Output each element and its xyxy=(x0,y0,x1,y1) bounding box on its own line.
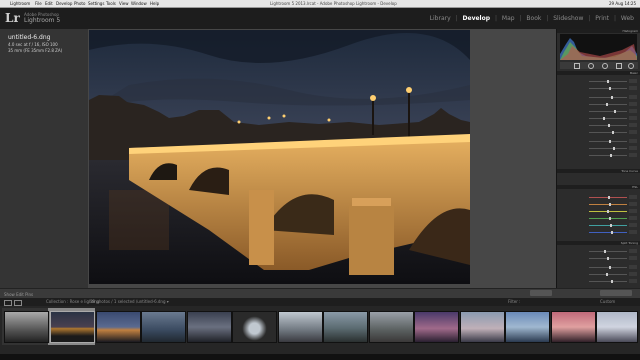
thumb-pale-sky[interactable] xyxy=(596,311,638,343)
thumb-river-evening[interactable] xyxy=(323,311,368,343)
slider[interactable] xyxy=(559,202,639,207)
menu-item[interactable]: File xyxy=(35,0,42,7)
module-print[interactable]: Print xyxy=(595,15,609,22)
thumb-bw-bridge[interactable] xyxy=(4,311,49,343)
graduated-filter-icon[interactable] xyxy=(616,63,622,69)
thumb-pink-sunset[interactable] xyxy=(551,311,596,343)
module-develop[interactable]: Develop xyxy=(463,15,491,22)
hsl-header[interactable]: HSL xyxy=(557,185,640,189)
slider[interactable] xyxy=(559,146,639,151)
slider[interactable] xyxy=(559,256,639,261)
module-web[interactable]: Web xyxy=(621,15,634,22)
module-picker: Library | Develop | Map | Book | Slidesh… xyxy=(429,15,634,22)
thumb-purple-sunset[interactable] xyxy=(414,311,459,343)
slider[interactable] xyxy=(559,86,639,91)
module-library[interactable]: Library xyxy=(430,15,451,22)
thumb-dusk-river[interactable] xyxy=(96,311,141,343)
image-exposure: 4.0 sec at f / 16, ISO 100 xyxy=(8,42,58,47)
thumb-building-sky[interactable] xyxy=(278,311,323,343)
slider[interactable] xyxy=(559,230,639,235)
slider[interactable] xyxy=(559,216,639,221)
slider[interactable] xyxy=(559,249,639,254)
thumb-arch-tunnel[interactable] xyxy=(232,311,277,343)
filmstrip-bar: Collection : Rose e lighting 39 photos /… xyxy=(0,298,640,306)
window-title: Lightroom 5 2013.lrcat - Adobe Photoshop… xyxy=(270,1,397,6)
slider[interactable] xyxy=(559,123,639,128)
clock: 29 Aug 14:25 xyxy=(609,1,636,6)
red-eye-icon[interactable] xyxy=(602,63,608,69)
slider[interactable] xyxy=(559,265,639,270)
slider[interactable] xyxy=(559,139,639,144)
menu-item[interactable]: Tools xyxy=(106,0,116,7)
thumb-city-blue[interactable] xyxy=(141,311,186,343)
menu-item[interactable]: Help xyxy=(150,0,159,7)
menu-item[interactable]: Photo xyxy=(74,0,85,7)
thumb-blue-river[interactable] xyxy=(505,311,550,343)
slider[interactable] xyxy=(559,79,639,84)
slider[interactable] xyxy=(559,116,639,121)
menu-item[interactable]: Edit xyxy=(45,0,53,7)
thumb-dome-night[interactable] xyxy=(187,311,232,343)
thumb-tower-dawn[interactable] xyxy=(460,311,505,343)
slider[interactable] xyxy=(559,272,639,277)
app-name-line2: Lightroom 5 xyxy=(24,17,61,24)
split-toning-header[interactable]: Split Toning xyxy=(557,241,640,245)
slider[interactable] xyxy=(559,130,639,135)
slider[interactable] xyxy=(559,279,639,284)
spot-removal-icon[interactable] xyxy=(588,63,594,69)
module-book[interactable]: Book xyxy=(526,15,541,22)
slider[interactable] xyxy=(559,195,639,200)
filter-select[interactable]: Custom xyxy=(600,298,615,306)
module-slideshow[interactable]: Slideshow xyxy=(553,15,583,22)
slider[interactable] xyxy=(559,153,639,158)
basic-header[interactable]: Basic xyxy=(557,71,640,75)
slider[interactable] xyxy=(559,95,639,100)
main-photo[interactable] xyxy=(89,30,470,284)
slider[interactable] xyxy=(559,102,639,107)
develop-panel: Histogram Basic Tone Curve HSL Split Ton… xyxy=(556,29,640,288)
menu-item[interactable]: View xyxy=(119,0,129,7)
tone-curve-header[interactable]: Tone Curve xyxy=(557,169,640,173)
menu-item[interactable]: Settings xyxy=(88,0,104,7)
crop-icon[interactable] xyxy=(574,63,580,69)
slider[interactable] xyxy=(559,209,639,214)
module-map[interactable]: Map xyxy=(502,15,515,22)
slider[interactable] xyxy=(559,109,639,114)
lightroom-logo: Lr xyxy=(5,11,20,25)
histogram-header[interactable]: Histogram xyxy=(557,29,640,33)
thumb-night-bridge[interactable] xyxy=(50,311,95,343)
thumb-street-cloudy[interactable] xyxy=(369,311,414,343)
left-panel xyxy=(0,29,88,288)
bottom-edge xyxy=(0,354,640,360)
menu-item[interactable]: Develop xyxy=(56,0,72,7)
reset-button[interactable] xyxy=(600,290,632,296)
slider[interactable] xyxy=(559,223,639,228)
brush-icon[interactable] xyxy=(628,63,634,69)
tool-strip xyxy=(560,62,638,69)
image-lens: 35 mm (FE 35mm F2.8 ZA) xyxy=(8,48,63,53)
filmstrip-count: 39 photos / 1 selected /untitled-6.dng ▾ xyxy=(90,299,169,304)
previous-button[interactable] xyxy=(530,290,552,296)
image-filename: untitled-6.dng xyxy=(8,34,51,41)
histogram xyxy=(560,34,637,60)
mac-menu-bar: Lightroom File Edit Develop Photo Settin… xyxy=(0,0,640,8)
menu-item[interactable]: Window xyxy=(131,0,147,7)
show-edit-pins[interactable]: Show Edit Pins xyxy=(4,292,33,297)
menu-item[interactable]: Lightroom xyxy=(10,0,30,7)
filter-label: Filter : xyxy=(508,299,521,304)
